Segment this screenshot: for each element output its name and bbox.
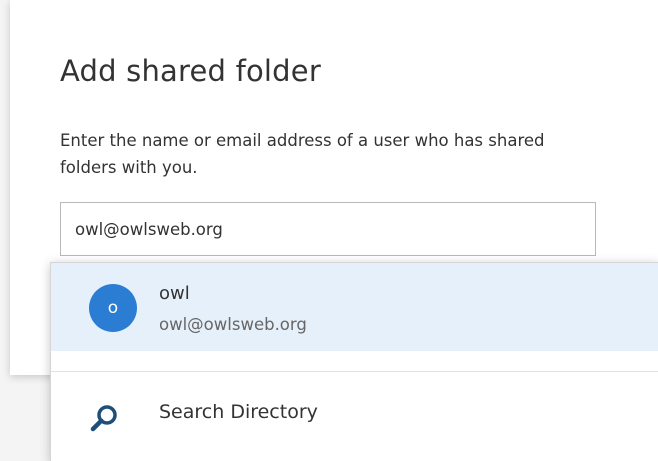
suggestion-dropdown: o owl owl@owlsweb.org Search Directory bbox=[50, 262, 658, 461]
dialog-title: Add shared folder bbox=[60, 54, 321, 88]
avatar: o bbox=[89, 284, 137, 332]
search-directory-label: Search Directory bbox=[159, 401, 318, 423]
search-directory-button[interactable]: Search Directory bbox=[51, 372, 658, 461]
dialog-description: Enter the name or email address of a use… bbox=[60, 131, 545, 177]
suggestion-item-owl[interactable]: o owl owl@owlsweb.org bbox=[51, 263, 658, 351]
suggestion-email: owl@owlsweb.org bbox=[159, 315, 307, 334]
user-name-or-email-input[interactable] bbox=[60, 202, 596, 256]
suggestion-name: owl bbox=[159, 283, 190, 304]
search-icon bbox=[89, 404, 119, 434]
